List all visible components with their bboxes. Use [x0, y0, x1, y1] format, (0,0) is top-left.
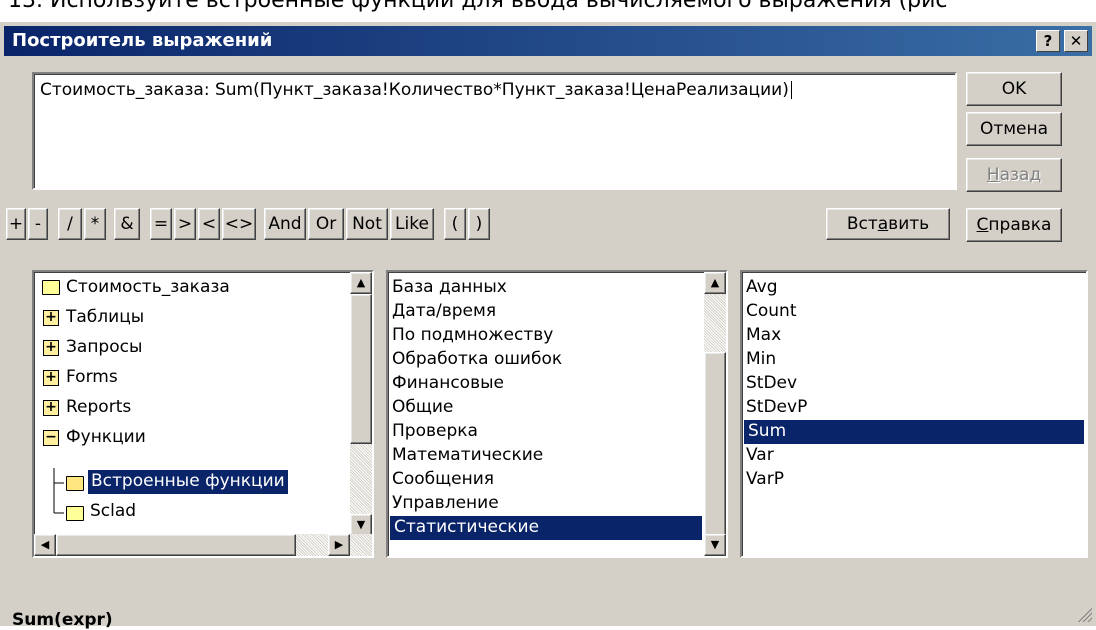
- cancel-button[interactable]: Отмена: [966, 112, 1062, 146]
- category-list[interactable]: ▲ ▼ База данных Дата/время По подмножест…: [386, 270, 728, 558]
- operator-button[interactable]: ): [468, 208, 490, 240]
- function-item[interactable]: Min: [746, 348, 776, 372]
- function-item[interactable]: StDevP: [746, 396, 807, 420]
- function-item[interactable]: Var: [746, 444, 774, 468]
- expression-builder-window: Построитель выражений ? ✕ Стоимость_зака…: [0, 22, 1096, 630]
- scroll-down-icon[interactable]: ▼: [704, 534, 726, 556]
- scroll-thumb[interactable]: [704, 352, 726, 538]
- insert-button[interactable]: Вставить: [826, 208, 950, 240]
- back-label-post: азад: [999, 165, 1042, 185]
- open-folder-icon: [66, 476, 84, 491]
- expression-text: Стоимость_заказа: Sum(Пункт_заказа!Колич…: [40, 80, 789, 100]
- scroll-up-icon[interactable]: ▲: [704, 272, 726, 294]
- expand-plus-icon[interactable]: +: [43, 340, 59, 356]
- operator-button[interactable]: *: [84, 208, 106, 240]
- category-item[interactable]: Обработка ошибок: [392, 348, 562, 372]
- scroll-thumb[interactable]: [56, 534, 296, 556]
- close-icon[interactable]: ✕: [1064, 30, 1088, 52]
- scroll-down-icon[interactable]: ▼: [350, 514, 372, 536]
- operator-button[interactable]: <>: [222, 208, 256, 240]
- help-title-button[interactable]: ?: [1036, 30, 1060, 52]
- operator-button[interactable]: Not: [346, 208, 388, 240]
- operator-button[interactable]: (: [444, 208, 466, 240]
- operator-button[interactable]: Or: [308, 208, 344, 240]
- tree-item[interactable]: Forms: [66, 366, 118, 390]
- function-item[interactable]: Max: [746, 324, 781, 348]
- function-item[interactable]: Count: [746, 300, 797, 324]
- back-label-accel: Н: [986, 165, 1000, 185]
- insert-label-accel: а: [877, 214, 889, 234]
- title-bar: Построитель выражений ? ✕: [4, 26, 1092, 56]
- operator-button[interactable]: /: [58, 208, 82, 240]
- tree-item[interactable]: Sclad: [90, 500, 136, 524]
- help-label-post: правка: [988, 215, 1052, 235]
- caption-text: 13. Используйте встроенные функции для в…: [8, 0, 948, 13]
- operator-button[interactable]: Like: [390, 208, 434, 240]
- function-item[interactable]: StDev: [746, 372, 797, 396]
- category-item-selected[interactable]: Статистические: [390, 516, 702, 540]
- category-item[interactable]: База данных: [392, 276, 507, 300]
- expand-plus-icon[interactable]: +: [43, 370, 59, 386]
- category-item[interactable]: Дата/время: [392, 300, 496, 324]
- tree-item-selected[interactable]: Встроенные функции: [88, 470, 288, 494]
- scroll-left-icon[interactable]: ◀: [34, 534, 56, 556]
- category-item[interactable]: По подмножеству: [392, 324, 553, 348]
- text-cursor: [790, 81, 792, 99]
- category-vertical-scrollbar[interactable]: ▲ ▼: [704, 272, 726, 556]
- object-tree[interactable]: ▲ ▼ ◀ ▶ Стоимость_заказа + Таблицы + Зап…: [32, 270, 374, 558]
- folder-icon: [42, 280, 60, 295]
- function-item[interactable]: Avg: [746, 276, 778, 300]
- category-item[interactable]: Математические: [392, 444, 543, 468]
- tree-vertical-scrollbar[interactable]: ▲ ▼: [350, 272, 372, 536]
- operator-button[interactable]: And: [264, 208, 306, 240]
- category-item[interactable]: Управление: [392, 492, 499, 516]
- help-button[interactable]: Справка: [966, 208, 1062, 242]
- tree-item[interactable]: Запросы: [66, 336, 142, 360]
- function-signature: Sum(expr): [12, 610, 113, 630]
- tree-horizontal-scrollbar[interactable]: ◀ ▶: [34, 534, 372, 556]
- tree-item[interactable]: Reports: [66, 396, 131, 420]
- back-button[interactable]: Назад: [966, 158, 1062, 192]
- collapse-minus-icon[interactable]: −: [43, 430, 59, 446]
- function-item[interactable]: VarP: [746, 468, 784, 492]
- expression-input[interactable]: Стоимость_заказа: Sum(Пункт_заказа!Колич…: [32, 72, 957, 190]
- operator-button[interactable]: >: [174, 208, 196, 240]
- category-item[interactable]: Финансовые: [392, 372, 504, 396]
- category-item[interactable]: Проверка: [392, 420, 478, 444]
- folder-icon: [66, 506, 84, 521]
- ok-button[interactable]: OK: [966, 72, 1062, 106]
- insert-label-pre: Вст: [846, 214, 878, 234]
- scroll-right-icon[interactable]: ▶: [328, 534, 350, 556]
- tree-item[interactable]: Стоимость_заказа: [66, 276, 230, 300]
- scroll-thumb[interactable]: [350, 294, 372, 444]
- resize-grip-icon[interactable]: [1076, 606, 1092, 622]
- expand-plus-icon[interactable]: +: [43, 400, 59, 416]
- category-item[interactable]: Общие: [392, 396, 453, 420]
- expand-plus-icon[interactable]: +: [43, 310, 59, 326]
- scroll-up-icon[interactable]: ▲: [350, 272, 372, 294]
- operator-button[interactable]: <: [198, 208, 220, 240]
- window-title: Построитель выражений: [12, 30, 273, 51]
- category-item[interactable]: Сообщения: [392, 468, 494, 492]
- help-label-accel: С: [976, 215, 989, 235]
- operator-button[interactable]: &: [114, 208, 140, 240]
- operator-button[interactable]: -: [28, 208, 48, 240]
- function-item-selected[interactable]: Sum: [743, 419, 1085, 445]
- function-list[interactable]: Avg Count Max Min StDev StDevP Sum Var V…: [740, 270, 1088, 558]
- operator-button[interactable]: =: [150, 208, 172, 240]
- insert-label-post: вить: [888, 214, 930, 234]
- tree-item[interactable]: Таблицы: [66, 306, 144, 330]
- operator-button[interactable]: +: [6, 208, 26, 240]
- tree-item[interactable]: Функции: [66, 426, 146, 450]
